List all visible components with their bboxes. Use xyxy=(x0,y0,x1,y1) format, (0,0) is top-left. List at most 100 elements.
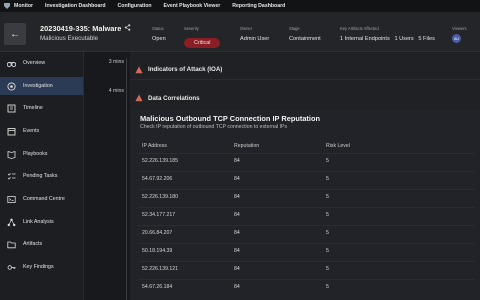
share-icon[interactable] xyxy=(124,24,131,33)
column-header-ip[interactable]: IP Address xyxy=(142,143,167,149)
table-row[interactable]: 54.67.26.184 84 5 xyxy=(138,279,474,297)
table-row[interactable]: 54.67.92.206 84 5 xyxy=(138,171,474,189)
cell-reputation: 84 xyxy=(234,230,240,236)
sidebar-item-label: Timeline xyxy=(23,105,43,111)
cell-ip: 52.34.177.217 xyxy=(142,212,176,218)
cell-risk: 5 xyxy=(326,230,329,236)
sidebar-item-key-findings[interactable]: Key Findings xyxy=(0,258,83,276)
severity-field: Severity Critical xyxy=(184,26,221,49)
viewers-label: Viewers xyxy=(452,26,467,31)
artifacts-values: 1 Internal Endpoints 1 Users 5 Files xyxy=(340,36,435,42)
table-header: IP Address Reputation Risk Level xyxy=(138,140,474,152)
back-button[interactable]: ← xyxy=(4,23,26,45)
timeline-line xyxy=(126,58,127,300)
artifacts-label: Key Artifacts Affected xyxy=(340,26,379,31)
viewer-avatar[interactable]: AU xyxy=(452,34,461,43)
sidebar-item-overview[interactable]: Overview xyxy=(0,54,83,72)
checklist-icon xyxy=(7,172,16,181)
terminal-icon xyxy=(7,195,16,204)
viewers-field: Viewers AU xyxy=(452,26,467,43)
sidebar: Overview Investigation Timeline Events P… xyxy=(0,52,84,300)
stage-value: Containment xyxy=(289,36,321,42)
nav-reporting-dashboard[interactable]: Reporting Dashboard xyxy=(232,3,285,9)
sidebar-item-investigation[interactable]: Investigation xyxy=(0,77,83,95)
sidebar-item-playbooks[interactable]: Playbooks xyxy=(0,145,83,163)
endpoints-count[interactable]: 1 Internal Endpoints xyxy=(340,36,390,42)
cell-reputation: 84 xyxy=(234,248,240,254)
stage-label: Stage xyxy=(289,26,300,31)
section-title: Data Correlations xyxy=(148,94,200,102)
owner-value: Admin User xyxy=(240,36,270,42)
arrow-left-icon: ← xyxy=(10,28,20,40)
alert-icon xyxy=(135,66,143,74)
nav-investigation-dashboard[interactable]: Investigation Dashboard xyxy=(45,3,106,9)
sidebar-item-timeline[interactable]: Timeline xyxy=(0,99,83,117)
cell-ip: 20.66.84.207 xyxy=(142,230,173,236)
cell-reputation: 84 xyxy=(234,194,240,200)
calendar-icon xyxy=(7,127,16,136)
app-logo-icon[interactable] xyxy=(0,0,14,12)
users-count[interactable]: 1 Users xyxy=(394,36,413,42)
main-content: Indicators of Attack (IOA) Data Correlat… xyxy=(130,52,480,300)
nav-event-playbook-viewer[interactable]: Event Playbook Viewer xyxy=(164,3,221,9)
sidebar-item-link-analysis[interactable]: Link Analysis xyxy=(0,213,83,231)
case-header: ← 20230419-335: Malware Malicious Execut… xyxy=(0,12,480,52)
column-header-reputation[interactable]: Reputation xyxy=(234,143,259,149)
table-row[interactable]: 52.226.139.121 84 5 xyxy=(138,261,474,279)
owner-label: Owner xyxy=(240,26,253,31)
table-row[interactable]: 20.66.84.207 84 5 xyxy=(138,225,474,243)
key-icon xyxy=(7,263,16,272)
sidebar-item-artifacts[interactable]: Artifacts xyxy=(0,235,83,253)
status-field: Status Open xyxy=(152,26,166,42)
sidebar-item-label: Link Analysis xyxy=(23,219,54,225)
cell-ip: 52.226.139.185 xyxy=(142,158,179,164)
section-data-correlations[interactable]: Data Correlations xyxy=(130,88,480,108)
table-row[interactable]: 50.18.194.39 84 5 xyxy=(138,243,474,261)
correlation-icon xyxy=(135,94,143,102)
binoculars-icon xyxy=(7,59,16,68)
cell-reputation: 84 xyxy=(234,266,240,272)
cell-reputation: 84 xyxy=(234,158,240,164)
artifacts-field: Key Artifacts Affected 1 Internal Endpoi… xyxy=(340,26,435,42)
sidebar-item-label: Playbooks xyxy=(23,151,48,157)
nav-monitor[interactable]: Monitor xyxy=(14,3,33,9)
sidebar-item-label: Events xyxy=(23,128,40,134)
sidebar-item-events[interactable]: Events xyxy=(0,122,83,140)
table-row[interactable]: 52.226.139.180 84 5 xyxy=(138,189,474,207)
column-header-risk[interactable]: Risk Level xyxy=(326,143,350,149)
nav-configuration[interactable]: Configuration xyxy=(118,3,152,9)
sidebar-item-command-centre[interactable]: Command Centre xyxy=(0,190,83,208)
sidebar-item-label: Command Centre xyxy=(23,196,65,202)
cell-ip: 52.226.139.180 xyxy=(142,194,179,200)
cell-ip: 52.226.139.121 xyxy=(142,266,179,272)
sidebar-item-label: Key Findings xyxy=(23,264,54,270)
section-title: Indicators of Attack (IOA) xyxy=(148,66,223,73)
cell-risk: 5 xyxy=(326,176,329,182)
sidebar-item-label: Artifacts xyxy=(23,241,43,247)
case-title: 20230419-335: Malware xyxy=(40,24,122,33)
cell-ip: 54.67.92.206 xyxy=(142,176,173,182)
folder-icon xyxy=(7,240,16,249)
status-value: Open xyxy=(152,36,166,42)
owner-field: Owner Admin User xyxy=(240,26,269,42)
severity-badge: Critical xyxy=(184,38,221,48)
cell-ip: 50.18.194.39 xyxy=(142,248,173,254)
cell-risk: 5 xyxy=(326,248,329,254)
table-row[interactable]: 52.34.177.217 84 5 xyxy=(138,207,474,225)
cell-risk: 5 xyxy=(326,284,329,290)
book-icon xyxy=(7,150,16,159)
ip-reputation-panel: Malicious Outbound TCP Connection IP Rep… xyxy=(130,110,480,300)
table-row[interactable]: 52.226.139.185 84 5 xyxy=(138,153,474,171)
status-label: Status xyxy=(152,26,164,31)
target-icon xyxy=(7,81,16,91)
severity-label: Severity xyxy=(184,26,199,31)
sidebar-item-pending-tasks[interactable]: Pending Tasks xyxy=(0,167,83,185)
sidebar-item-label: Pending Tasks xyxy=(23,173,58,179)
section-ioa[interactable]: Indicators of Attack (IOA) xyxy=(130,60,480,80)
panel-title: Malicious Outbound TCP Connection IP Rep… xyxy=(140,114,320,123)
files-count[interactable]: 5 Files xyxy=(418,36,434,42)
case-subtitle: Malicious Executable xyxy=(40,35,99,42)
cell-ip: 54.67.26.184 xyxy=(142,284,173,290)
cell-risk: 5 xyxy=(326,158,329,164)
timeline-icon xyxy=(7,104,16,113)
